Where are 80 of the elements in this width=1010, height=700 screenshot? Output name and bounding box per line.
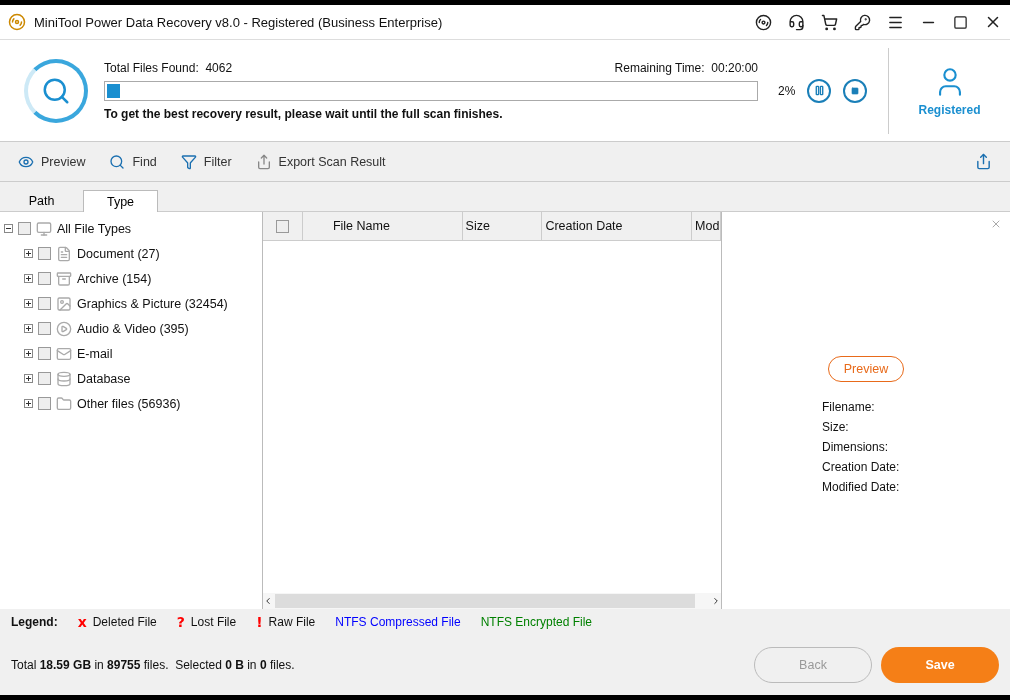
checkbox[interactable] <box>38 247 51 260</box>
account-status[interactable]: Registered <box>918 102 981 117</box>
horizontal-scrollbar[interactable] <box>263 593 721 609</box>
remaining-time: Remaining Time: 00:20:00 <box>614 60 758 75</box>
legend-label: Lost File <box>190 614 237 629</box>
pause-icon <box>813 85 825 96</box>
files-found-label: Total Files Found: 4062 <box>104 60 233 75</box>
tree-item[interactable]: Graphics & Picture (32454) <box>77 296 228 311</box>
legend-label: Deleted File <box>92 614 157 629</box>
checkbox[interactable] <box>38 322 51 335</box>
expander-icon[interactable] <box>4 224 13 233</box>
legend-label: Raw File <box>268 614 316 629</box>
field-label: Dimensions: <box>822 440 890 454</box>
scroll-left-icon[interactable] <box>263 596 273 606</box>
filter-icon <box>180 153 197 170</box>
expander-icon[interactable] <box>24 349 33 358</box>
status-summary: Total 18.59 GB in 89755 files. Selected 0 B in 0 files. <box>11 657 296 672</box>
checkbox[interactable] <box>38 397 51 410</box>
tree-item[interactable]: Archive (154) <box>77 271 152 286</box>
expander-icon[interactable] <box>24 274 33 283</box>
archive-icon <box>56 270 72 287</box>
toolbar-button[interactable]: Export Scan Result <box>255 153 386 170</box>
checkbox[interactable] <box>18 222 31 235</box>
legend-symbol: x <box>77 613 87 630</box>
cart-icon[interactable] <box>821 13 838 31</box>
pause-button[interactable] <box>807 78 832 103</box>
headset-icon[interactable] <box>788 13 805 31</box>
legend-symbol: ! <box>256 613 263 630</box>
scroll-right-icon[interactable] <box>711 596 721 606</box>
share-icon[interactable] <box>975 153 992 170</box>
field-label: Modified Date: <box>822 480 900 494</box>
field-label: Filename: <box>822 400 876 414</box>
database-icon <box>56 370 72 387</box>
disc-icon[interactable] <box>755 13 772 31</box>
legend-title: Legend: <box>11 614 58 629</box>
expander-icon[interactable] <box>24 299 33 308</box>
expander-icon[interactable] <box>24 249 33 258</box>
picture-icon <box>56 295 72 312</box>
tab[interactable]: Type <box>83 190 158 212</box>
document-icon <box>56 245 72 262</box>
tree-item[interactable]: Other files (56936) <box>77 396 181 411</box>
tree-item[interactable]: Database <box>77 371 131 386</box>
tree-item[interactable]: Audio & Video (395) <box>77 321 189 336</box>
toolbar-button[interactable]: Preview <box>18 153 86 170</box>
expander-icon[interactable] <box>24 324 33 333</box>
legend-label: NTFS Encrypted File <box>480 614 593 629</box>
legend-label: NTFS Compressed File <box>335 614 461 629</box>
stop-icon <box>851 86 860 95</box>
search-icon <box>109 153 126 170</box>
tab[interactable]: Path <box>0 190 83 212</box>
column-header[interactable]: Size <box>462 212 543 240</box>
toolbar-button[interactable]: Filter <box>180 153 232 170</box>
stop-button[interactable] <box>843 78 868 103</box>
tree-item[interactable]: All File Types <box>57 221 132 236</box>
toolbar-button[interactable]: Find <box>109 153 157 170</box>
column-header[interactable]: File Name <box>302 212 463 240</box>
field-label: Creation Date: <box>822 460 900 474</box>
export-icon <box>255 153 272 170</box>
maximize-icon[interactable] <box>953 14 968 30</box>
checkbox[interactable] <box>38 372 51 385</box>
checkbox[interactable] <box>38 347 51 360</box>
checkbox[interactable] <box>38 272 51 285</box>
legend-symbol: ? <box>176 613 185 630</box>
scan-message: To get the best recovery result, please wait until the full scan finishes. <box>104 106 504 121</box>
progress-percent: 2% <box>778 83 796 98</box>
tree-item[interactable]: E-mail <box>77 346 113 361</box>
column-header[interactable]: Creation Date <box>542 212 693 240</box>
app-icon <box>8 13 26 31</box>
window-title: MiniTool Power Data Recovery v8.0 - Registered (Business Enterprise) <box>34 14 444 30</box>
field-label: Size: <box>822 420 850 434</box>
checkbox[interactable] <box>38 297 51 310</box>
folder-icon <box>56 395 72 412</box>
play-icon <box>56 320 72 337</box>
tree-item[interactable]: Document (27) <box>77 246 160 261</box>
key-icon[interactable] <box>854 13 871 31</box>
expander-icon[interactable] <box>24 374 33 383</box>
expander-icon[interactable] <box>24 399 33 408</box>
envelope-icon <box>56 345 72 362</box>
select-all-checkbox[interactable] <box>275 219 289 233</box>
monitor-icon <box>36 220 52 237</box>
